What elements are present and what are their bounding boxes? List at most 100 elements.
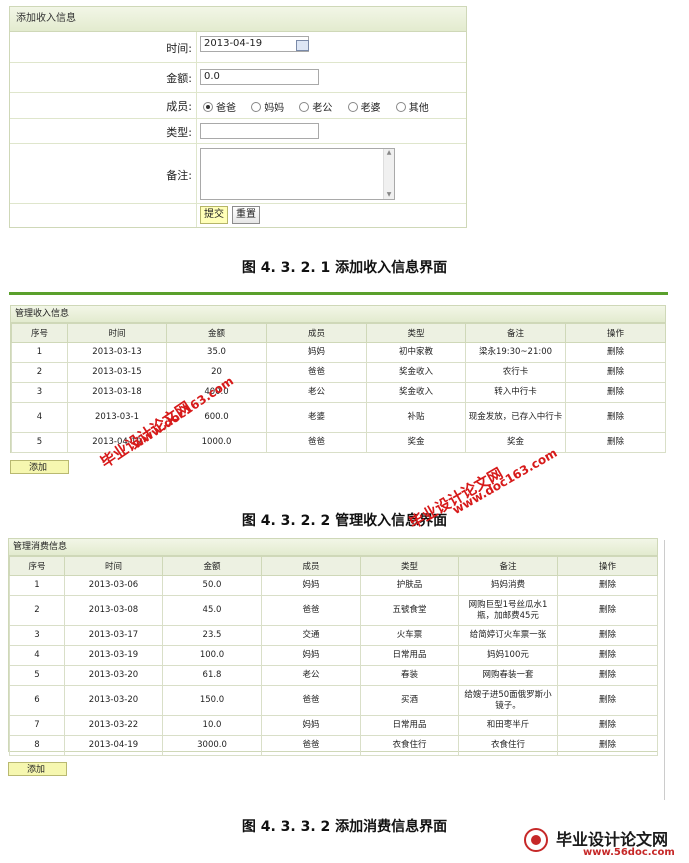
table-cell: 护肤品	[360, 575, 459, 596]
table-cell: 梁永19:30~21:00	[465, 342, 566, 363]
table-cell: 100.0	[162, 645, 262, 666]
table-cell: 1000.0	[166, 432, 267, 453]
member-option-wife[interactable]: 老婆	[347, 99, 381, 114]
income-table-title: 管理收入信息	[11, 306, 665, 323]
table-cell: 4	[11, 402, 68, 433]
table-cell: 10.0	[162, 715, 262, 736]
textarea-scrollbar[interactable]: ▲ ▼	[383, 149, 394, 199]
column-header: 时间	[67, 323, 167, 343]
table-cell: 日常用品	[360, 715, 459, 736]
table-cell: 50.0	[162, 575, 262, 596]
delete-link[interactable]: 删除	[565, 342, 666, 363]
table-cell: 2	[9, 595, 65, 626]
time-row: 时间: 2013-04-19	[10, 32, 466, 63]
table-row: 4 2013-03-19 100.0 妈妈 日常用品 妈妈100元 删除	[9, 645, 658, 666]
table-cell: 初中家教	[366, 342, 466, 363]
member-option-husband[interactable]: 老公	[299, 99, 332, 114]
table-cell: 61.8	[162, 665, 262, 686]
column-header: 时间	[64, 556, 163, 576]
column-header: 成员	[261, 556, 361, 576]
column-header: 备注	[458, 556, 558, 576]
delete-link[interactable]: 删除	[557, 595, 658, 626]
note-label: 备注:	[166, 169, 192, 182]
column-header: 备注	[465, 323, 566, 343]
delete-link[interactable]: 删除	[557, 715, 658, 736]
table-cell: 6	[9, 685, 65, 716]
table-cell: 交通	[261, 625, 361, 646]
time-input[interactable]: 2013-04-19	[200, 36, 309, 52]
table-cell: 奖金收入	[366, 382, 466, 403]
table-cell: 给简婷订火车票一张	[458, 625, 558, 646]
table-row: 1 2013-03-06 50.0 妈妈 护肤品 妈妈消费 删除	[9, 575, 658, 596]
table-cell: 150.0	[162, 685, 262, 716]
type-input[interactable]	[200, 123, 319, 139]
member-option-mom[interactable]: 妈妈	[251, 99, 284, 114]
expense-table-title: 管理消费信息	[9, 539, 657, 556]
table-cell: 2013-03-13	[67, 342, 167, 363]
note-textarea[interactable]: ▲ ▼	[200, 148, 395, 200]
delete-link[interactable]: 删除	[557, 665, 658, 686]
delete-link[interactable]: 删除	[565, 382, 666, 403]
table-row: 3 2013-03-18 400.0 老公 奖金收入 转入中行卡 删除	[11, 382, 666, 403]
member-label: 成员:	[166, 100, 192, 113]
delete-link[interactable]: 删除	[557, 575, 658, 596]
table-cell: 奖金收入	[366, 362, 466, 383]
table-cell: 补贴	[366, 402, 466, 433]
table-cell: 春装	[360, 665, 459, 686]
table-cell: 现金发放，已存入中行卡	[465, 402, 566, 433]
radio-icon	[347, 102, 358, 112]
delete-link[interactable]: 删除	[557, 645, 658, 666]
member-row: 成员: 爸爸 妈妈 老公 老婆 其他	[10, 92, 466, 119]
table-cell: 2013-03-17	[64, 625, 163, 646]
table-cell: 妈妈消费	[458, 575, 558, 596]
delete-link[interactable]: 删除	[557, 735, 658, 756]
amount-input[interactable]: 0.0	[200, 69, 319, 85]
reset-button[interactable]: 重置	[232, 206, 260, 224]
delete-link[interactable]: 删除	[557, 685, 658, 716]
member-option-other[interactable]: 其他	[395, 99, 429, 114]
radio-icon	[299, 102, 310, 112]
member-option-dad[interactable]: 爸爸	[203, 99, 236, 114]
table-cell: 5	[9, 665, 65, 686]
column-header: 类型	[366, 323, 466, 343]
scroll-up-icon: ▲	[386, 149, 392, 156]
calendar-icon[interactable]	[296, 40, 309, 51]
submit-button[interactable]: 提交	[200, 206, 228, 224]
radio-icon	[203, 102, 213, 112]
table-row: 1 2013-03-13 35.0 妈妈 初中家教 梁永19:30~21:00 删除	[11, 342, 666, 363]
add-expense-button[interactable]: 添加	[8, 762, 67, 776]
delete-link[interactable]: 删除	[565, 362, 666, 383]
note-row: 备注: ▲ ▼	[10, 143, 466, 204]
type-label: 类型:	[166, 126, 192, 139]
table-cell: 2013-03-06	[64, 575, 163, 596]
table-cell: 五號食堂	[360, 595, 459, 626]
delete-link[interactable]: 删除	[557, 625, 658, 646]
table-cell: 8	[9, 735, 65, 756]
expense-table-panel: 管理消费信息 序号 时间 金额 成员 类型 备注 操作 1 2013-03-06 50.0 妈妈护…	[8, 538, 658, 756]
table-cell: 2013-03-15	[67, 362, 167, 383]
table-row: 2 2013-03-08 45.0 爸爸 五號食堂 网购巨型1号丝瓜水1瓶，加邮费45元删…	[9, 595, 658, 626]
table-cell: 2013-03-19	[64, 645, 163, 666]
table-row: 5 2013-03-20 61.8 老公 春装 网购春装一套 删除	[9, 665, 658, 686]
amount-row: 金额: 0.0	[10, 62, 466, 93]
table-cell: 妈妈	[261, 645, 361, 666]
column-header: 序号	[9, 556, 65, 576]
table-cell: 2013-03-20	[64, 665, 163, 686]
table-row: 2 2013-03-15 20 爸爸 奖金收入 农行卡 删除	[11, 362, 666, 383]
delete-link[interactable]: 删除	[565, 402, 666, 433]
table-cell: 23.5	[162, 625, 262, 646]
table-cell: 农行卡	[465, 362, 566, 383]
column-header: 金额	[166, 323, 267, 343]
table-cell: 2	[11, 362, 68, 383]
column-header: 序号	[11, 323, 68, 343]
delete-link[interactable]: 删除	[565, 432, 666, 453]
table-cell: 爸爸	[261, 685, 361, 716]
table-cell: 火车票	[360, 625, 459, 646]
table-header-row: 序号 时间 金额 成员 类型 备注 操作	[11, 323, 666, 343]
add-income-button[interactable]: 添加	[10, 460, 69, 474]
table-cell: 妈妈100元	[458, 645, 558, 666]
table-cell: 给嫂子进50面俄罗斯小镜子。	[458, 685, 558, 716]
table-cell: 奖金	[366, 432, 466, 453]
column-header: 成员	[266, 323, 367, 343]
column-header: 操作	[557, 556, 658, 576]
